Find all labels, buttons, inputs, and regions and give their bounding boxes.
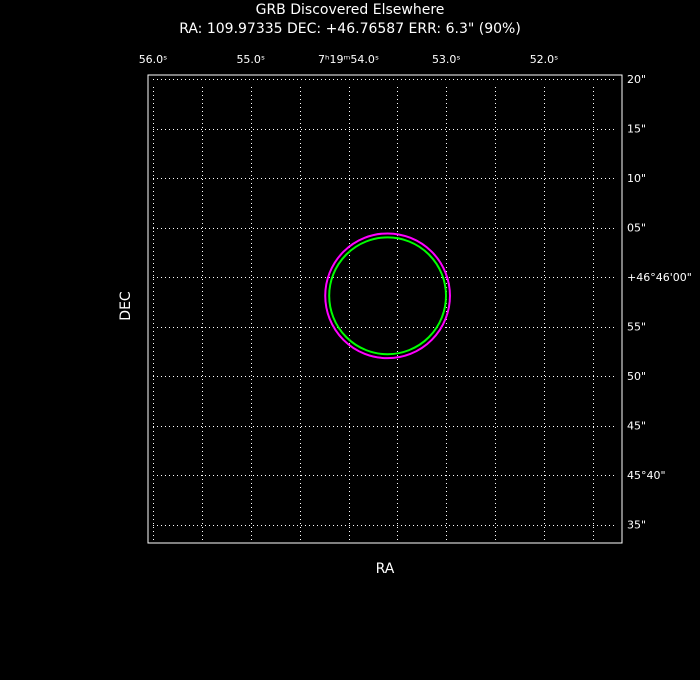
dec-tick-label: 50" xyxy=(627,370,646,383)
error-circles xyxy=(324,232,451,360)
dec-tick-label: 55" xyxy=(627,321,646,334)
error-circle-outer xyxy=(324,232,451,360)
dec-tick-label: 45°40" xyxy=(627,469,666,482)
ra-tick-label: 56.0ˢ xyxy=(139,53,168,66)
plot-frame xyxy=(147,74,623,544)
ra-tick-label: 55.0ˢ xyxy=(236,53,265,66)
grid-lines xyxy=(153,79,616,540)
dec-tick-label: 15" xyxy=(627,123,646,136)
dec-tick-label: +46°46'00" xyxy=(627,271,692,284)
tick-labels: 56.0ˢ 55.0ˢ 7ʰ19ᵐ54.0ˢ 53.0ˢ 52.0ˢ 20" 15" 10" 0… xyxy=(139,53,692,532)
dec-tick-label: 20" xyxy=(627,73,646,86)
sky-map-chart: 56.0ˢ 55.0ˢ 7ʰ19ᵐ54.0ˢ 53.0ˢ 52.0ˢ 20" 15" 10" 0… xyxy=(118,53,692,577)
dec-tick-label: 10" xyxy=(627,172,646,185)
ra-tick-label: 7ʰ19ᵐ54.0ˢ xyxy=(318,53,379,66)
dec-tick-label: 45" xyxy=(627,420,646,433)
ra-tick-label: 52.0ˢ xyxy=(530,53,559,66)
dec-tick-label: 05" xyxy=(627,222,646,235)
error-circle-inner xyxy=(328,236,448,356)
y-axis-label: DEC xyxy=(118,291,134,321)
ra-tick-label: 53.0ˢ xyxy=(432,53,461,66)
dec-tick-label: 35" xyxy=(627,519,646,532)
x-axis-label: RA xyxy=(376,561,395,577)
